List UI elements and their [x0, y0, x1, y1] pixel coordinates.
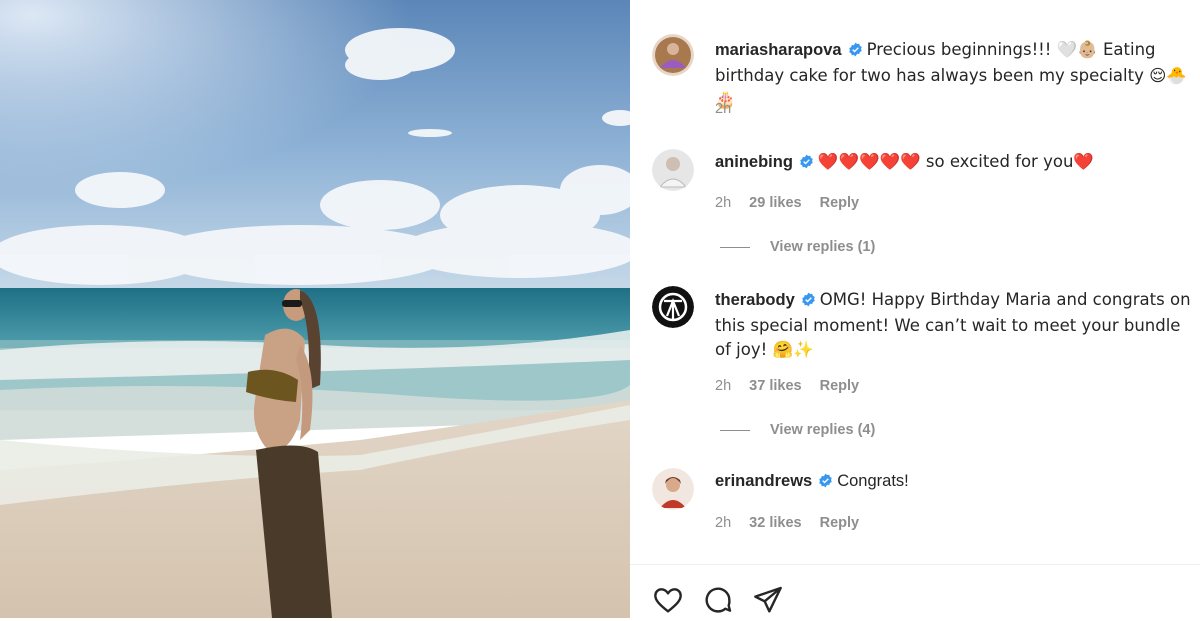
post-time: 2h	[715, 101, 732, 117]
post-photo[interactable]	[0, 0, 630, 618]
commenter-avatar-therabody[interactable]	[652, 286, 694, 328]
reply-button[interactable]: Reply	[820, 378, 860, 394]
comment-time: 2h	[715, 195, 732, 211]
actions-divider	[630, 564, 1200, 565]
verified-badge-icon	[801, 291, 816, 314]
beach-photo-image	[0, 0, 630, 618]
comments-panel: mariasharapova Precious beginnings!!! 🤍👶🏼…	[630, 0, 1200, 618]
comment-username[interactable]: erinandrews	[715, 472, 812, 490]
comment-meta: 2h 29 likes Reply	[715, 195, 873, 211]
post-meta: 2h	[715, 101, 745, 117]
post-caption: mariasharapova Precious beginnings!!! 🤍👶🏼…	[715, 38, 1194, 112]
comment-time: 2h	[715, 378, 732, 394]
comment-username[interactable]: aninebing	[715, 153, 793, 171]
comment-therabody: therabody OMG! Happy Birthday Maria and c…	[715, 288, 1194, 362]
comment-likes[interactable]: 29 likes	[749, 195, 801, 211]
verified-badge-icon	[799, 153, 814, 176]
comment-erinandrews: erinandrews Congrats!	[715, 470, 1194, 495]
comment-meta: 2h 32 likes Reply	[715, 515, 873, 531]
verified-badge-icon	[848, 41, 863, 64]
post-author-username[interactable]: mariasharapova	[715, 41, 842, 59]
comment-aninebing: aninebing ❤️❤️❤️❤️❤️ so excited for you❤️	[715, 150, 1194, 176]
verified-badge-icon	[818, 472, 833, 495]
heart-icon[interactable]	[652, 584, 684, 616]
comment-username[interactable]: therabody	[715, 291, 795, 309]
comment-likes[interactable]: 32 likes	[749, 515, 801, 531]
view-replies-button[interactable]: View replies (4)	[720, 422, 875, 438]
view-replies-label: View replies (4)	[770, 422, 876, 438]
commenter-avatar-aninebing[interactable]	[652, 149, 694, 191]
comment-bubble-icon[interactable]	[702, 584, 734, 616]
comment-likes[interactable]: 37 likes	[749, 378, 801, 394]
view-replies-label: View replies (1)	[770, 239, 876, 255]
comment-meta: 2h 37 likes Reply	[715, 378, 873, 394]
comment-time: 2h	[715, 515, 732, 531]
replies-divider-line	[720, 429, 750, 431]
replies-divider-line	[720, 246, 750, 248]
commenter-avatar-erinandrews[interactable]	[652, 468, 694, 510]
view-replies-button[interactable]: View replies (1)	[720, 239, 875, 255]
comment-text: Congrats!	[837, 472, 909, 490]
post-action-bar	[652, 584, 784, 616]
paper-plane-icon[interactable]	[752, 584, 784, 616]
reply-button[interactable]: Reply	[820, 515, 860, 531]
reply-button[interactable]: Reply	[820, 195, 860, 211]
comment-text: ❤️❤️❤️❤️❤️ so excited for you❤️	[817, 152, 1094, 171]
post-author-avatar[interactable]	[652, 34, 694, 76]
